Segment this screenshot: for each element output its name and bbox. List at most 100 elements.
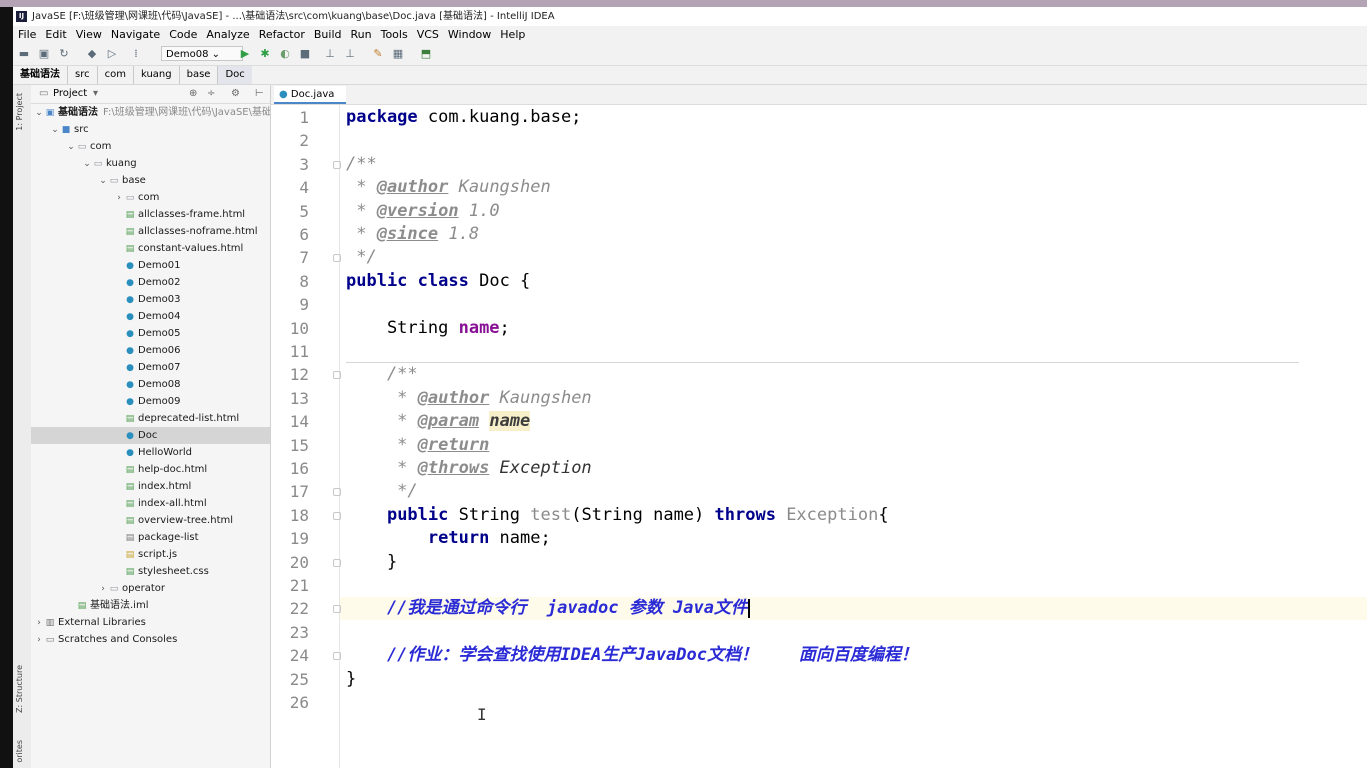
debug-icon[interactable]: ✱	[258, 47, 272, 61]
breadcrumb-item[interactable]: com	[98, 66, 134, 84]
project-panel-title[interactable]: Project	[53, 85, 87, 103]
menu-build[interactable]: Build	[314, 28, 342, 41]
project-structure-icon[interactable]: ▦	[391, 47, 405, 61]
coverage-icon[interactable]: ◐	[278, 47, 292, 61]
tree-node[interactable]: ● Demo05	[31, 325, 270, 342]
tree-node[interactable]: › ▭ operator	[31, 580, 270, 597]
save-all-icon[interactable]: ▣	[37, 47, 51, 61]
code-token: package	[346, 107, 418, 127]
tree-node[interactable]: ● Demo07	[31, 359, 270, 376]
tree-node[interactable]: ▤ allclasses-frame.html	[31, 206, 270, 223]
structure-icon[interactable]: ⊥	[323, 47, 337, 61]
menu-code[interactable]: Code	[169, 28, 197, 41]
open-folder-icon[interactable]: ▬	[17, 47, 31, 61]
package-folder-icon: ▭	[93, 159, 103, 169]
tree-node[interactable]: ▤ constant-values.html	[31, 240, 270, 257]
expand-arrow-icon[interactable]: ⌄	[82, 156, 92, 173]
code-token: /**	[346, 364, 418, 385]
tree-node[interactable]: ▤ overview-tree.html	[31, 512, 270, 529]
tree-node[interactable]: ● Demo01	[31, 257, 270, 274]
back-arrow-icon[interactable]: ◆	[85, 47, 99, 61]
expand-arrow-icon[interactable]: ›	[34, 632, 44, 649]
menu-view[interactable]: View	[76, 28, 102, 41]
expand-arrow-icon[interactable]: ⌄	[66, 139, 76, 156]
tree-node[interactable]: ● Demo06	[31, 342, 270, 359]
code-line: /**	[346, 363, 418, 386]
settings-icon[interactable]: ✎	[371, 47, 385, 61]
tab-doc-java[interactable]: ● Doc.java ×	[274, 86, 346, 118]
tree-node[interactable]: ▤ 基础语法.iml	[31, 597, 270, 614]
structure-tool-tab[interactable]: Z: Structure	[15, 665, 24, 713]
menu-navigate[interactable]: Navigate	[111, 28, 160, 41]
tree-node[interactable]: ⌄ ▭ base	[31, 172, 270, 189]
vcs-icon[interactable]: ⊥	[343, 47, 357, 61]
tree-node[interactable]: ● Demo04	[31, 308, 270, 325]
tree-node[interactable]: ⌄ ▭ kuang	[31, 155, 270, 172]
favorites-tool-tab[interactable]: orites	[15, 740, 24, 763]
breadcrumb-item[interactable]: kuang	[134, 66, 180, 84]
menu-file[interactable]: File	[18, 28, 36, 41]
tree-node[interactable]: ⌄ ■ src	[31, 121, 270, 138]
code-line: * @author Kaungshen	[346, 176, 551, 199]
code-token: *	[346, 200, 377, 221]
tree-node[interactable]: › ▥ External Libraries	[31, 614, 270, 631]
tree-node[interactable]: ▤ package-list	[31, 529, 270, 546]
tree-node[interactable]: › ▭ com	[31, 189, 270, 206]
view-dropdown-icon[interactable]: ▾	[93, 85, 98, 103]
line-number: 7	[299, 248, 309, 268]
code-text-area[interactable]: package com.kuang.base; /** * @author Kau…	[339, 105, 1367, 768]
build-icon[interactable]: ⁞	[129, 47, 143, 61]
tree-node-label: base	[122, 175, 146, 186]
menu-run[interactable]: Run	[351, 28, 372, 41]
tree-node[interactable]: ● Demo08	[31, 376, 270, 393]
tree-node[interactable]: ● Demo09	[31, 393, 270, 410]
tree-node[interactable]: ● Doc	[31, 427, 270, 444]
menu-tools[interactable]: Tools	[381, 28, 408, 41]
tree-node[interactable]: ● Demo03	[31, 291, 270, 308]
tree-node[interactable]: ▤ stylesheet.css	[31, 563, 270, 580]
breadcrumb-item[interactable]: src	[68, 66, 98, 84]
stop-icon[interactable]: ■	[298, 47, 312, 61]
hide-icon[interactable]: ⊢	[255, 85, 264, 103]
sync-icon[interactable]: ↻	[57, 47, 71, 61]
breadcrumb-item[interactable]: 基础语法	[13, 66, 68, 84]
menu-analyze[interactable]: Analyze	[206, 28, 249, 41]
tree-node[interactable]: ▤ allclasses-noframe.html	[31, 223, 270, 240]
menu-refactor[interactable]: Refactor	[259, 28, 305, 41]
tree-node[interactable]: ▤ help-doc.html	[31, 461, 270, 478]
expand-arrow-icon[interactable]: ›	[114, 190, 124, 207]
tree-node[interactable]: › ▭ Scratches and Consoles	[31, 631, 270, 648]
tree-node[interactable]: ▤ deprecated-list.html	[31, 410, 270, 427]
expand-arrow-icon[interactable]: ›	[34, 615, 44, 632]
project-tool-tab[interactable]: 1: Project	[15, 93, 24, 131]
tree-node[interactable]: ▤ script.js	[31, 546, 270, 563]
breadcrumb-item[interactable]: Doc	[218, 66, 252, 84]
tree-node[interactable]: ▤ index.html	[31, 478, 270, 495]
expand-arrow-icon[interactable]: ⌄	[98, 173, 108, 190]
run-icon[interactable]: ▶	[238, 47, 252, 61]
locate-icon[interactable]: ⊕	[189, 85, 197, 103]
intellij-app-icon: IJ	[16, 10, 27, 22]
forward-arrow-icon[interactable]: ▷	[105, 47, 119, 61]
tree-node[interactable]: ⌄ ▣ 基础语法 F:\班级管理\网课班\代码\JavaSE\基础	[31, 104, 270, 121]
run-configuration-select[interactable]: Demo08 ⌄	[161, 46, 243, 61]
expand-arrow-icon[interactable]: ⌄	[50, 122, 60, 139]
menu-vcs[interactable]: VCS	[417, 28, 439, 41]
collapse-icon[interactable]: ÷	[207, 85, 215, 103]
menu-edit[interactable]: Edit	[45, 28, 66, 41]
breadcrumb-item[interactable]: base	[180, 66, 219, 84]
tree-node[interactable]: ⌄ ▭ com	[31, 138, 270, 155]
tree-node[interactable]: ▤ index-all.html	[31, 495, 270, 512]
tree-node[interactable]: ● HelloWorld	[31, 444, 270, 461]
menu-window[interactable]: Window	[448, 28, 491, 41]
expand-arrow-icon[interactable]: ⌄	[34, 105, 44, 122]
menu-help[interactable]: Help	[500, 28, 525, 41]
package-folder-icon: ▭	[77, 142, 87, 152]
tree-node[interactable]: ● Demo02	[31, 274, 270, 291]
gear-icon[interactable]: ⚙	[231, 85, 240, 103]
css-file-icon: ▤	[125, 567, 135, 577]
expand-arrow-icon[interactable]: ›	[98, 581, 108, 598]
line-number: 23	[289, 622, 309, 642]
sdk-icon[interactable]: ⬒	[419, 47, 433, 61]
